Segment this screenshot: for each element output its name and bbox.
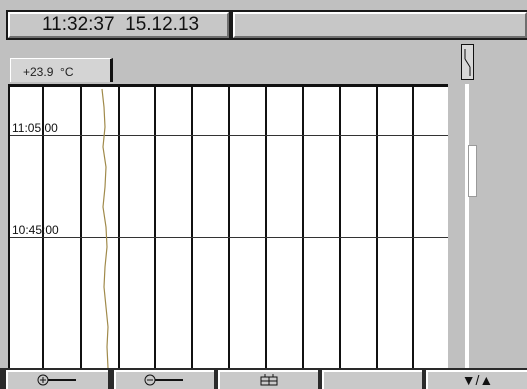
time-value: 11:32:37 — [42, 14, 115, 35]
date-value: 15.12.13 — [125, 14, 200, 35]
scroll-label: ▼/▲ — [461, 372, 494, 388]
zoom-out-icon — [144, 374, 183, 386]
empty-softkey[interactable] — [322, 370, 422, 389]
scroll-rail[interactable] — [465, 84, 469, 368]
device-button[interactable] — [218, 370, 318, 389]
trend-chart[interactable]: 11:05:00 10:45:00 — [8, 84, 448, 368]
connector-icon — [260, 374, 278, 386]
channel-value: +23.9 — [23, 65, 54, 79]
temperature-trace — [101, 88, 109, 368]
scroll-button[interactable]: ▼/▲ — [426, 370, 527, 389]
message-field — [233, 12, 527, 38]
datetime-display: 11:32:37 15.12.13 — [8, 12, 229, 38]
switch-icon — [464, 49, 471, 76]
channel-unit: °C — [60, 65, 74, 79]
zoom-in-icon — [37, 374, 76, 386]
zoom-in-button[interactable] — [6, 370, 108, 389]
display-toggle-icon[interactable] — [461, 44, 474, 80]
recorder-screen: 11:32:37 15.12.13 +23.9 °C 11:05:00 10:4… — [0, 0, 527, 389]
scroll-panel — [448, 84, 527, 368]
channel-value-tab[interactable]: +23.9 °C — [10, 58, 113, 82]
scroll-thumb[interactable] — [468, 145, 477, 197]
zoom-out-button[interactable] — [114, 370, 214, 389]
